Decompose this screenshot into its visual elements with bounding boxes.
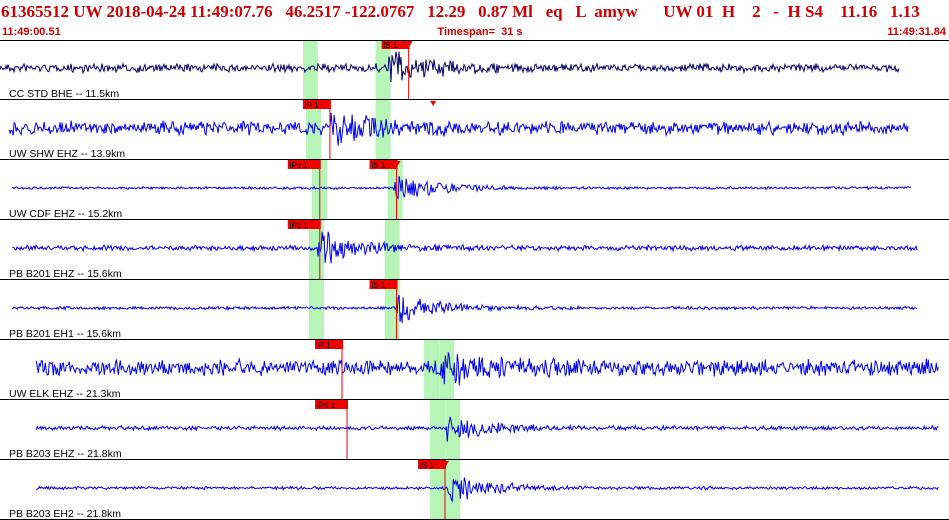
seismogram-trace — [12, 231, 918, 264]
start-time: 11:49:00.51 — [2, 26, 61, 38]
trace-row[interactable]: iP 1 UW ELK EHZ -- 21.3km — [0, 340, 949, 400]
trace-row[interactable]: iPd 1 PB B203 EHZ -- 21.8km — [0, 400, 949, 460]
waveform-panel[interactable]: iS 1 CC STD BHE -- 11.5km iP 1 UW SHW EHZ -… — [0, 40, 949, 520]
event-header: 61365512 UW 2018-04-24 11:49:07.76 46.25… — [0, 0, 949, 40]
phase-window — [308, 280, 324, 340]
trace-row[interactable]: iS 1 CC STD BHE -- 11.5km — [0, 40, 949, 100]
pick-label: iPd 1 — [317, 401, 336, 410]
trace-label: PB B201 EH1 -- 15.6km — [9, 328, 121, 340]
event-title: 61365512 UW 2018-04-24 11:49:07.76 46.25… — [1, 2, 920, 21]
seismogram-trace — [35, 352, 939, 386]
pick-marker — [430, 101, 437, 106]
seismogram-trace — [8, 112, 909, 146]
phase-window — [384, 220, 400, 280]
trace-label: PB B203 EHZ -- 21.8km — [9, 448, 122, 460]
phase-window — [424, 340, 440, 400]
trace-row[interactable]: iP 1 UW SHW EHZ -- 13.9km — [0, 100, 949, 160]
seismogram-trace — [35, 477, 939, 503]
trace-row[interactable]: iPc 1 PB B201 EHZ -- 15.6km — [0, 220, 949, 280]
trace-label: UW SHW EHZ -- 13.9km — [9, 148, 125, 160]
pick-label: iS 1 — [384, 41, 398, 50]
trace-label: UW CDF EHZ -- 15.2km — [9, 208, 122, 220]
seismogram-trace — [12, 176, 912, 200]
seismogram-trace — [0, 51, 900, 83]
pick-label: iP 1 — [317, 341, 331, 350]
phase-window — [375, 100, 391, 160]
trace-label: UW ELK EHZ -- 21.3km — [9, 388, 121, 400]
trace-label: PB B201 EHZ -- 15.6km — [9, 268, 122, 280]
trace-label: CC STD BHE -- 11.5km — [9, 88, 119, 100]
pick-label: iP 1 — [305, 101, 319, 110]
trace-row[interactable]: iPc 1 iS 1 UW CDF EHZ -- 15.2km — [0, 160, 949, 220]
trace-label: PB B203 EH2 -- 21.8km — [9, 508, 121, 520]
trace-row[interactable]: iS 1 PB B201 EH1 -- 15.6km — [0, 280, 949, 340]
phase-window — [430, 400, 446, 460]
trace-row[interactable]: iS 1 PB B203 EH2 -- 21.8km — [0, 460, 949, 520]
seismogram-trace — [11, 294, 918, 323]
pick-label: iS 1 — [372, 161, 386, 170]
pick-label: iS 1 — [420, 461, 434, 470]
waveform-canvas[interactable]: iS 1 CC STD BHE -- 11.5km iP 1 UW SHW EHZ -… — [0, 40, 949, 520]
pick-label: iS 1 — [372, 281, 386, 290]
pick-label: iPc 1 — [290, 221, 308, 230]
pick-label: iPc 1 — [290, 161, 308, 170]
end-time: 11:49:31.84 — [887, 26, 946, 38]
seismogram-trace — [35, 416, 939, 442]
timespan-label: Timespan= 31 s — [437, 26, 523, 38]
